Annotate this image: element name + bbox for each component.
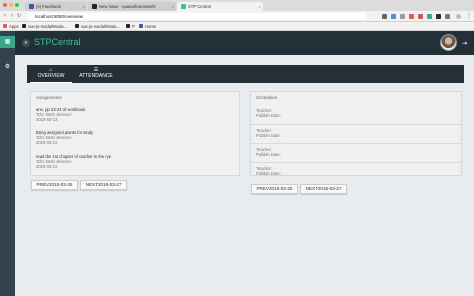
extension-icon[interactable]: [436, 13, 441, 19]
github-icon: [22, 24, 26, 28]
list-item[interactable]: Teacher: Publish Date:: [251, 124, 461, 142]
tab-overview[interactable]: ⌂ OVERVIEW: [30, 67, 72, 83]
hamburger-menu-icon[interactable]: ≡: [22, 39, 30, 47]
extension-icon[interactable]: [400, 13, 405, 19]
tab-title: New Issue · quasarframework/: [99, 4, 156, 9]
app-header: ≡ STPCentral ⇥: [15, 31, 474, 55]
list-item[interactable]: read the 1st chapter of catcher in the r…: [36, 154, 111, 170]
profile-icon[interactable]: [456, 13, 461, 19]
bookmark-apps[interactable]: Apps: [3, 24, 19, 29]
menu-icon[interactable]: ⋮: [466, 13, 472, 20]
assignments-panel: Assignments ans. pp 23-24 of workbook Tc…: [30, 91, 240, 176]
extension-icon[interactable]: [418, 13, 423, 19]
facebook-icon: [29, 4, 34, 9]
assignment-date: 2018-03-12: [36, 164, 58, 170]
maximize-window-icon[interactable]: [15, 3, 19, 7]
close-window-icon[interactable]: [3, 3, 7, 7]
forward-icon[interactable]: ›: [11, 13, 13, 20]
schedule-publish-date: Publish Date:: [256, 152, 281, 158]
tab-attendance[interactable]: ☰ ATTENDANCE: [73, 67, 119, 83]
browser-tab-strip: (4) Facebook × New Issue · quasarframewo…: [0, 0, 474, 11]
list-item[interactable]: Teacher: Publish Date:: [251, 162, 461, 180]
bookmark-label: P: [132, 23, 135, 29]
assignments-prev-button[interactable]: PREV2018-03-25: [31, 180, 78, 190]
bookmark-p[interactable]: P: [126, 24, 135, 29]
reload-icon[interactable]: ↻: [17, 13, 21, 20]
extension-icon[interactable]: [445, 13, 450, 19]
extension-icon[interactable]: [409, 13, 414, 19]
close-tab-icon[interactable]: ×: [259, 4, 261, 9]
assignment-date: 2018-03-12: [36, 140, 58, 146]
back-icon[interactable]: ‹: [4, 13, 6, 20]
extension-icon[interactable]: [391, 13, 396, 19]
list-item[interactable]: Teacher: Publish Date:: [251, 143, 461, 161]
dashboard-icon: ▦: [4, 38, 11, 45]
bookmark-label: Apps: [9, 23, 19, 29]
tab-label: ATTENDANCE: [79, 73, 113, 79]
close-tab-icon[interactable]: ×: [83, 4, 85, 9]
stp-central-icon: [181, 4, 186, 9]
list-item[interactable]: Teacher: Publish Date:: [251, 105, 461, 122]
browser-tab-github[interactable]: New Issue · quasarframework/ ×: [88, 2, 176, 11]
close-tab-icon[interactable]: ×: [172, 4, 174, 9]
extension-icon[interactable]: [382, 13, 387, 19]
bookmarks-bar: Apps vue-js-modal/Moda... vue-js-modal/M…: [0, 22, 474, 31]
bookmark-vue-js-modal-2[interactable]: vue-js-modal/Moda...: [75, 24, 120, 29]
assignment-date: 2018-03-13: [36, 117, 58, 123]
page-tabs: ⌂ OVERVIEW ☰ ATTENDANCE: [27, 65, 464, 83]
rail-item-active[interactable]: ▦: [0, 36, 15, 48]
schedule-publish-date: Publish Date:: [256, 133, 281, 139]
bookmark-vue-js-modal[interactable]: vue-js-modal/Moda...: [22, 24, 67, 29]
tab-label: OVERVIEW: [37, 73, 65, 79]
github-icon: [126, 24, 130, 28]
schedule-publish-date: Publish Date:: [256, 113, 281, 119]
schedules-panel: Schedules Teacher: Publish Date: Teacher…: [250, 91, 462, 176]
logout-icon[interactable]: ⇥: [462, 40, 467, 47]
address-bar[interactable]: localhost:8080/overview: [27, 13, 367, 20]
window-controls: [3, 3, 19, 7]
apps-icon: [3, 24, 7, 28]
assignments-title: Assignments: [36, 95, 62, 100]
bookmark-home[interactable]: Home: [139, 24, 156, 29]
bookmark-label: vue-js-modal/Moda...: [28, 23, 68, 29]
github-icon: [75, 24, 79, 28]
tab-title: (4) Facebook: [36, 4, 61, 9]
list-item[interactable]: Bring assigned plants for study Tchr: Be…: [36, 130, 93, 146]
extension-icon[interactable]: [427, 13, 432, 19]
app-brand: STPCentral: [34, 37, 81, 47]
bookmark-label: Home: [145, 23, 157, 29]
schedule-publish-date: Publish Date:: [256, 171, 281, 177]
assignments-next-button[interactable]: NEXT2018-03-27: [80, 180, 127, 190]
minimize-window-icon[interactable]: [9, 3, 13, 7]
schedules-prev-button[interactable]: PREV2018-03-25: [251, 184, 298, 194]
browser-tab-facebook[interactable]: (4) Facebook ×: [25, 2, 87, 11]
github-icon: [92, 4, 97, 9]
list-item[interactable]: ans. pp 23-24 of workbook Tchr: Beth Jim…: [36, 107, 85, 123]
tab-title: STP Central: [188, 4, 211, 9]
avatar[interactable]: [440, 34, 457, 51]
bookmark-label: vue-js-modal/Moda...: [81, 23, 121, 29]
browser-toolbar: ‹ › ↻ localhost:8080/overview ⋮: [0, 11, 474, 22]
browser-tab-stp-central[interactable]: STP Central ×: [177, 2, 263, 11]
settings-icon[interactable]: ⚙: [4, 64, 11, 71]
schedules-title: Schedules: [256, 95, 278, 100]
schedules-next-button[interactable]: NEXT2018-03-27: [300, 184, 347, 194]
facebook-icon: [139, 24, 143, 28]
